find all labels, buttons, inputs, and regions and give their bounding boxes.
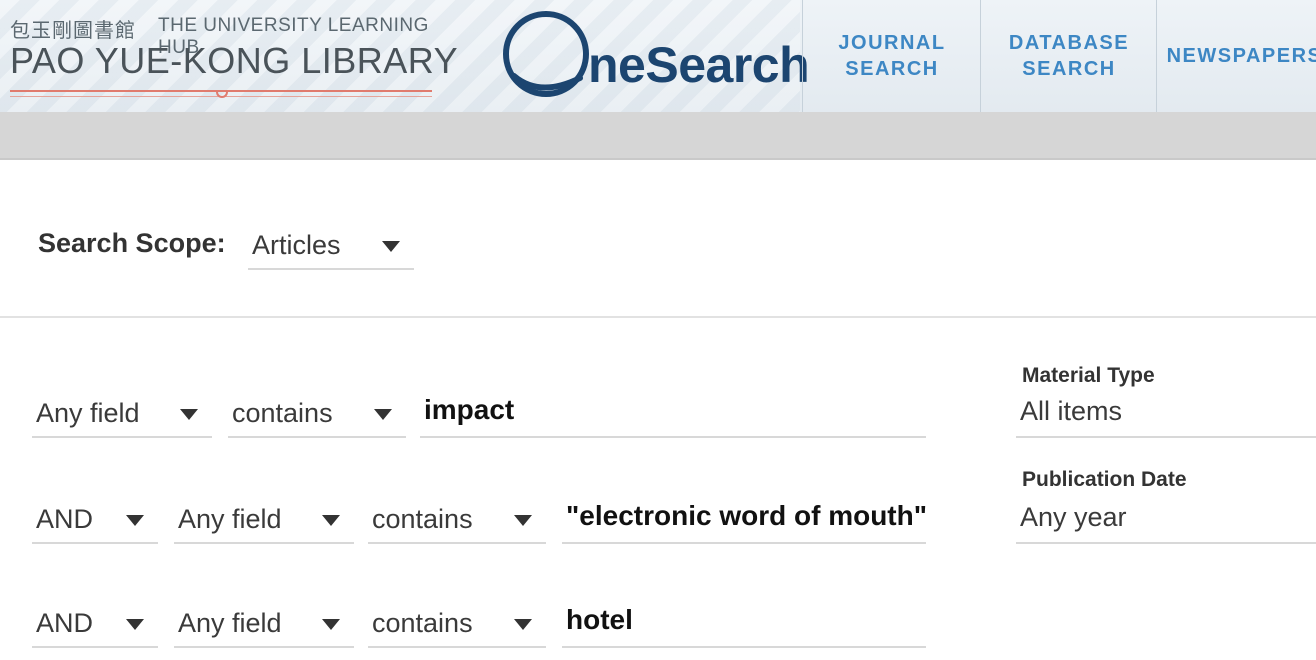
row3-field-select[interactable]: Any field	[174, 604, 354, 648]
caret-down-icon	[322, 619, 340, 630]
caret-down-icon	[382, 241, 400, 252]
row1-field-select[interactable]: Any field	[32, 394, 212, 438]
caret-down-icon	[180, 409, 198, 420]
row3-condition-value: contains	[372, 608, 473, 638]
caret-down-icon	[514, 619, 532, 630]
row1-field-value: Any field	[36, 398, 140, 428]
nav-database-search[interactable]: DATABASE SEARCH	[980, 0, 1157, 112]
section-divider	[0, 316, 1316, 318]
row2-search-input[interactable]: "electronic word of mouth"	[562, 500, 928, 544]
row3-operator-select[interactable]: AND	[32, 604, 158, 648]
caret-down-icon	[514, 515, 532, 526]
row2-field-select[interactable]: Any field	[174, 500, 354, 544]
caret-down-icon	[374, 409, 392, 420]
row2-condition-select[interactable]: contains	[368, 500, 546, 544]
publication-date-value: Any year	[1020, 502, 1127, 532]
site-header: 包玉剛圖書館 THE UNIVERSITY LEARNING HUB PAO Y…	[0, 0, 1316, 112]
nav-journal-search-label: JOURNAL SEARCH	[838, 32, 946, 80]
row1-condition-value: contains	[232, 398, 333, 428]
caret-down-icon	[126, 515, 144, 526]
row1-condition-select[interactable]: contains	[228, 394, 406, 438]
library-name: PAO YUE-KONG LIBRARY	[10, 40, 459, 81]
toolbar-band	[0, 112, 1316, 160]
material-type-select[interactable]: All items	[1016, 396, 1316, 438]
row2-field-value: Any field	[178, 504, 282, 534]
row2-operator-select[interactable]: AND	[32, 500, 158, 544]
row2-search-term: "electronic word of mouth"	[566, 500, 928, 531]
row3-field-value: Any field	[178, 608, 282, 638]
row1-search-input[interactable]: impact	[420, 394, 926, 438]
nav-journal-search[interactable]: JOURNAL SEARCH	[802, 0, 981, 112]
search-scope-value: Articles	[252, 230, 341, 260]
library-cjk-name: 包玉剛圖書館	[10, 20, 136, 42]
nav-database-search-label: DATABASE SEARCH	[1008, 32, 1130, 80]
onesearch-logo[interactable]: neSearch	[500, 6, 810, 102]
row3-condition-select[interactable]: contains	[368, 604, 546, 648]
search-scope-select[interactable]: Articles	[248, 226, 414, 270]
row2-operator-value: AND	[36, 504, 94, 534]
caret-down-icon	[322, 515, 340, 526]
material-type-title: Material Type	[1022, 364, 1155, 387]
nav-newspapers[interactable]: NEWSPAPERS	[1156, 0, 1316, 112]
onesearch-wordmark: neSearch	[588, 37, 810, 93]
material-type-value: All items	[1020, 396, 1123, 426]
publication-date-select[interactable]: Any year	[1016, 502, 1316, 544]
publication-date-title: Publication Date	[1022, 468, 1187, 491]
nav-newspapers-label: NEWSPAPERS	[1166, 45, 1316, 67]
row2-condition-value: contains	[372, 504, 473, 534]
row1-search-term: impact	[424, 394, 515, 425]
caret-down-icon	[126, 619, 144, 630]
row3-search-term: hotel	[566, 604, 633, 635]
row3-search-input[interactable]: hotel	[562, 604, 926, 648]
search-scope-label: Search Scope:	[38, 228, 226, 258]
library-logo[interactable]: 包玉剛圖書館 THE UNIVERSITY LEARNING HUB PAO Y…	[10, 12, 458, 98]
row3-operator-value: AND	[36, 608, 94, 638]
